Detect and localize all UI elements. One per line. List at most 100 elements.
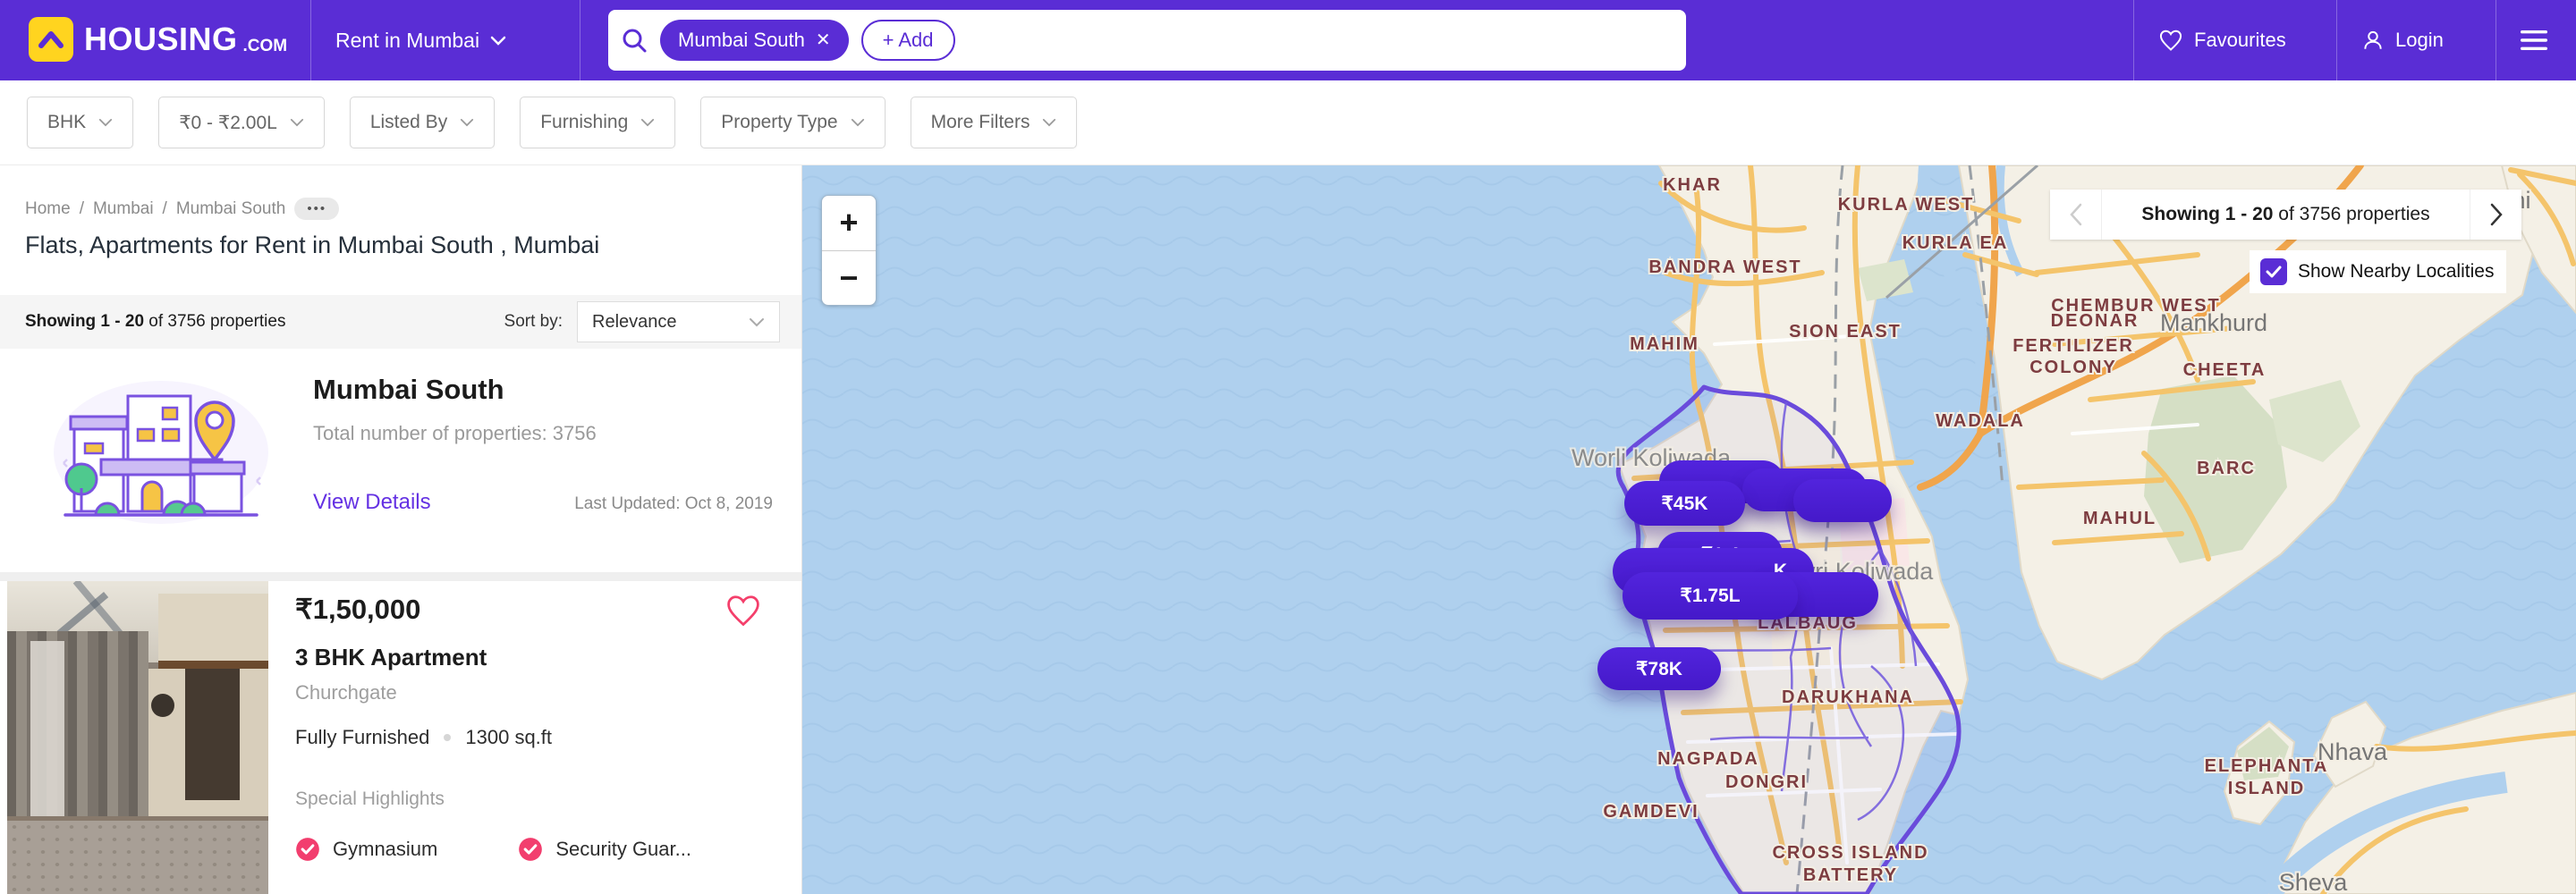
breadcrumb-item-1[interactable]: Mumbai (93, 199, 154, 219)
chevron-down-icon (98, 118, 113, 127)
map-label: CROSS ISLAND (1772, 843, 1928, 863)
search-icon (621, 27, 648, 54)
map-price-pin-₹1.75L[interactable]: ₹1.75L (1623, 572, 1798, 620)
map-label: MAHIM (1630, 334, 1699, 354)
divider (310, 0, 311, 80)
filter-label: BHK (47, 112, 86, 133)
menu-button[interactable] (2519, 0, 2549, 80)
zoom-out-button[interactable]: − (822, 251, 876, 306)
chevron-down-icon (851, 118, 865, 127)
pager-prev-button[interactable] (2050, 190, 2102, 240)
filter-bar: BHK ₹0 - ₹2.00L Listed By Furnishing Propert… (0, 80, 2576, 165)
favourites-label: Favourites (2194, 29, 2286, 52)
nearby-label: Show Nearby Localities (2298, 261, 2494, 283)
divider (2133, 0, 2134, 80)
map-price-pin-₹45K[interactable]: ₹45K (1624, 481, 1745, 526)
check-circle-icon (518, 837, 543, 862)
locality-subtitle: Total number of properties: 3756 (313, 422, 597, 445)
property-card[interactable]: ₹1,50,000 3 BHK Apartment Churchgate Ful… (0, 581, 801, 894)
breadcrumb: Home / Mumbai / Mumbai South ••• (25, 198, 339, 220)
city-selector-dropdown[interactable]: Rent in Mumbai (335, 0, 506, 80)
brand-tld: .COM (243, 37, 288, 56)
property-specs: Fully Furnished 1300 sq.ft (295, 726, 552, 749)
filter-button-3[interactable]: Furnishing (520, 97, 675, 148)
search-bar[interactable]: Mumbai South ✕ + Add (608, 10, 1686, 71)
search-chip-label: Mumbai South (678, 29, 805, 52)
map-label: Nhava (2318, 738, 2388, 765)
map-results-pager: Showing 1 - 20 of 3756 properties (2050, 190, 2521, 240)
filter-label: Listed By (370, 112, 447, 133)
property-locality: Churchgate (295, 681, 397, 704)
results-panel: Home / Mumbai / Mumbai South ••• Flats, Apart… (0, 165, 802, 894)
filter-button-1[interactable]: ₹0 - ₹2.00L (158, 97, 325, 148)
sort-select[interactable]: Relevance (577, 301, 780, 342)
brand-word: HOUSING (84, 21, 238, 58)
chevron-down-icon (290, 118, 304, 127)
map-label: BANDRA WEST (1648, 257, 1801, 277)
breadcrumb-more-button[interactable]: ••• (294, 198, 339, 220)
property-price: ₹1,50,000 (295, 594, 420, 626)
nearby-checkbox[interactable] (2260, 258, 2287, 285)
filter-button-4[interactable]: Property Type (700, 97, 885, 148)
filter-label: Furnishing (540, 112, 628, 133)
view-details-link[interactable]: View Details (313, 490, 431, 515)
page-title: Flats, Apartments for Rent in Mumbai Sou… (25, 232, 599, 259)
map-label: DONGRI (1725, 772, 1808, 792)
map-price-pin-₹78K[interactable]: ₹78K (1597, 647, 1721, 690)
pager-next-button[interactable] (2470, 190, 2521, 240)
login-button[interactable]: Login (2361, 0, 2444, 80)
favourites-button[interactable]: Favourites (2158, 0, 2286, 80)
filter-button-5[interactable]: More Filters (911, 97, 1078, 148)
breadcrumb-separator: / (163, 199, 167, 219)
map-label: NAGPADA (1657, 749, 1759, 769)
add-locality-button[interactable]: + Add (861, 20, 955, 61)
pager-text-rest: of 3756 properties (2273, 204, 2429, 224)
map-price-pin-hidden[interactable] (1793, 479, 1892, 522)
results-count: Showing 1 - 20 of 3756 properties (25, 312, 285, 332)
map-label: ELEPHANTA (2205, 756, 2329, 776)
highlight-label: Gymnasium (333, 838, 437, 861)
map-label: BATTERY (1803, 865, 1898, 885)
map-label: SION EAST (1789, 322, 1902, 342)
pager-text: Showing 1 - 20 of 3756 properties (2102, 204, 2470, 225)
city-selector-label: Rent in Mumbai (335, 29, 479, 53)
highlight-item-0: Gymnasium (295, 837, 437, 862)
locality-illustration (49, 374, 273, 530)
map-label: BARC (2197, 459, 2256, 478)
map-label: COLONY (2029, 358, 2117, 377)
map-label: CHEETA (2183, 360, 2267, 380)
map-label: KURLA WEST (1838, 195, 1975, 215)
divider (0, 572, 801, 581)
results-bar: Showing 1 - 20 of 3756 properties Sort b… (0, 295, 801, 349)
favourite-heart-icon[interactable] (724, 594, 762, 632)
map-canvas[interactable]: KHARKURLA WESTKURLA EABANDRA WESTCHEMBUR… (802, 165, 2576, 894)
property-photo[interactable] (7, 581, 268, 894)
breadcrumb-item-2[interactable]: Mumbai South (176, 199, 286, 219)
show-nearby-localities[interactable]: Show Nearby Localities (2250, 250, 2506, 293)
filter-button-2[interactable]: Listed By (350, 97, 495, 148)
check-icon (2266, 266, 2282, 278)
map-label: FERTILIZER (2012, 336, 2134, 356)
user-icon (2361, 29, 2385, 52)
furnishing-value: Fully Furnished (295, 726, 429, 749)
chevron-down-icon (749, 317, 765, 327)
locality-title: Mumbai South (313, 374, 504, 406)
locality-card[interactable]: Mumbai South Total number of properties:… (0, 349, 801, 572)
results-count-rest: of 3756 properties (144, 312, 285, 331)
last-updated: Last Updated: Oct 8, 2019 (574, 494, 773, 514)
breadcrumb-item-0[interactable]: Home (25, 199, 71, 219)
search-chip-mumbai-south[interactable]: Mumbai South ✕ (660, 20, 849, 61)
chip-remove-icon[interactable]: ✕ (816, 31, 831, 49)
highlights-list: GymnasiumSecurity Guar... (295, 837, 691, 862)
map-label: DARUKHANA (1782, 687, 1914, 707)
dot-separator (444, 734, 451, 741)
map-label: KHAR (1663, 175, 1722, 195)
zoom-in-button[interactable]: + (822, 196, 876, 251)
chevron-right-icon (2490, 203, 2503, 226)
chevron-down-icon (640, 118, 655, 127)
filter-button-0[interactable]: BHK (27, 97, 133, 148)
housing-logo[interactable]: HOUSING .COM (29, 17, 287, 62)
property-title: 3 BHK Apartment (295, 644, 487, 671)
filter-label: ₹0 - ₹2.00L (179, 112, 277, 134)
breadcrumb-separator: / (80, 199, 84, 219)
